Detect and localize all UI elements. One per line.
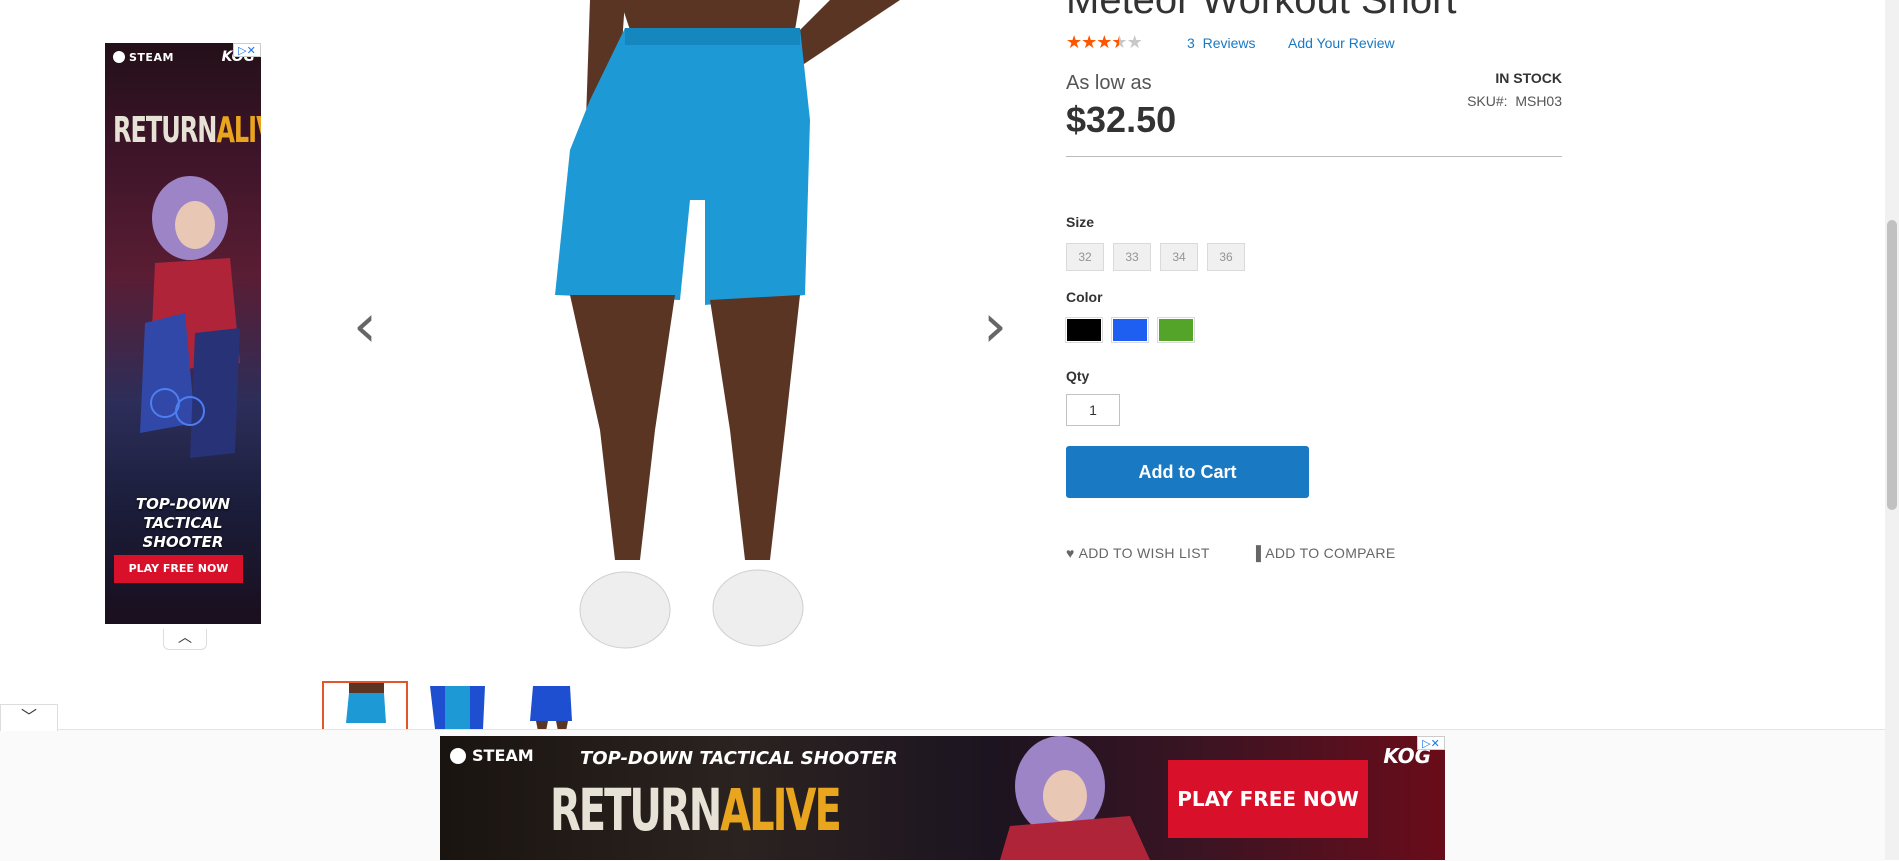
ad-play-button[interactable]: PLAY FREE NOW [114, 555, 243, 583]
ad-close-icon[interactable]: ▷✕ [1417, 736, 1445, 750]
add-to-cart-button[interactable]: Add to Cart [1066, 446, 1309, 498]
product-title: Meteor Workout Short [1066, 0, 1457, 22]
gallery-thumb-1[interactable] [322, 681, 408, 731]
game-logo: RETURNALIVE [113, 109, 261, 151]
stock-status: IN STOCK [1495, 70, 1562, 86]
color-label: Color [1066, 289, 1103, 305]
star-icon: ★ [1081, 32, 1097, 53]
size-option-32[interactable]: 32 [1066, 243, 1104, 271]
thumb-image [324, 683, 406, 731]
bottom-ad-banner[interactable]: STEAM TOP-DOWN TACTICAL SHOOTER RETURNAL… [440, 736, 1445, 860]
qty-input[interactable]: 1 [1066, 394, 1120, 426]
add-to-wishlist-link[interactable]: ♥ ADD TO WISH LIST [1066, 545, 1210, 561]
divider [1066, 156, 1562, 157]
size-option-36[interactable]: 36 [1207, 243, 1245, 271]
ad-close-icon[interactable]: ▷✕ [233, 43, 261, 57]
ad-collapse-button[interactable]: ︿ [163, 629, 207, 650]
sticky-ad-toggle-button[interactable]: ﹀ [0, 704, 58, 731]
sku: SKU#: MSH03 [1467, 93, 1562, 109]
chevron-right-icon: › [983, 291, 1007, 361]
bar-chart-icon: ▐ [1251, 545, 1262, 561]
steam-logo: STEAM [113, 51, 174, 64]
price-prefix: As low as [1066, 72, 1152, 94]
rating-stars: ★★★★★ [1066, 32, 1143, 53]
ad-character-art [1000, 736, 1150, 860]
add-to-compare-link[interactable]: ▐ ADD TO COMPARE [1251, 545, 1395, 561]
steam-logo: STEAM [450, 746, 534, 765]
star-icon: ★ [1126, 32, 1143, 53]
star-icon: ★ [1066, 32, 1082, 53]
thumb-image [508, 681, 594, 731]
color-swatch-green[interactable] [1157, 317, 1195, 343]
size-option-34[interactable]: 34 [1160, 243, 1198, 271]
game-logo: RETURNALIVE [550, 778, 842, 845]
qty-label: Qty [1066, 368, 1090, 384]
thumb-image [415, 681, 501, 731]
size-label: Size [1066, 214, 1095, 230]
chevron-down-icon: ﹀ [20, 707, 37, 726]
gallery-thumb-2[interactable] [415, 681, 501, 731]
product-price: $32.50 [1066, 99, 1177, 140]
gallery-prev-button[interactable]: ‹ [345, 296, 385, 356]
size-option-33[interactable]: 33 [1113, 243, 1151, 271]
half-star-icon: ★ [1111, 32, 1127, 53]
reviews-link[interactable]: 3 Reviews [1187, 35, 1255, 51]
gallery-thumb-3[interactable] [508, 681, 594, 731]
add-review-link[interactable]: Add Your Review [1288, 35, 1395, 51]
star-icon: ★ [1096, 32, 1112, 53]
ad-tagline: TOP-DOWN TACTICAL SHOOTER [580, 748, 898, 769]
chevron-left-icon: ‹ [353, 291, 377, 361]
product-main-image [500, 0, 920, 676]
scrollbar-thumb[interactable] [1887, 220, 1897, 510]
ad-character-art [140, 176, 240, 458]
side-ad-banner[interactable]: STEAM KOG RETURNALIVE TOP-DOWN TACTICAL … [105, 43, 261, 624]
color-swatch-black[interactable] [1065, 317, 1103, 343]
ad-play-button[interactable]: PLAY FREE NOW [1168, 760, 1368, 838]
color-swatch-blue[interactable] [1111, 317, 1149, 343]
ad-tagline: TOP-DOWN TACTICAL SHOOTER [135, 495, 231, 551]
heart-icon: ♥ [1066, 545, 1075, 561]
gallery-next-button[interactable]: › [975, 296, 1015, 356]
chevron-up-icon: ︿ [178, 630, 192, 646]
